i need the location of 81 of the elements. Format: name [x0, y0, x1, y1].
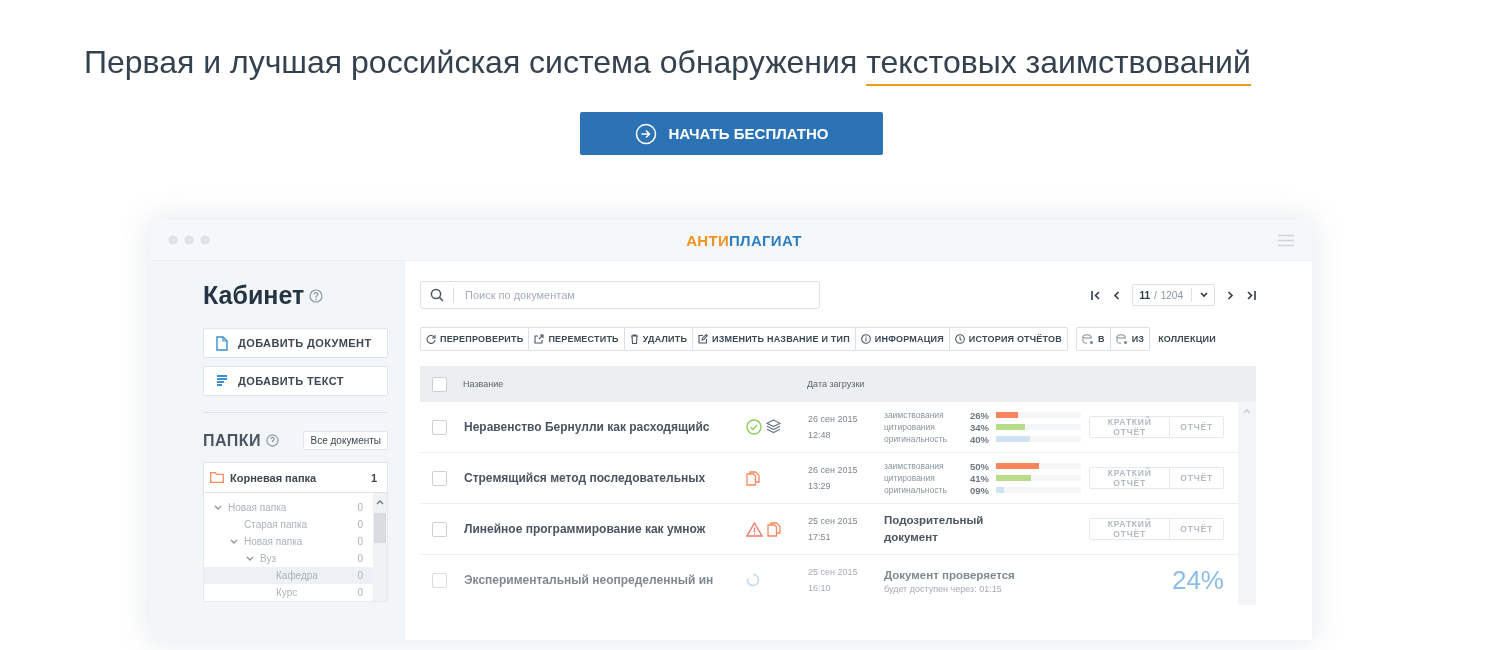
row-checkbox[interactable]	[432, 572, 447, 588]
collections-label: КОЛЛЕКЦИИ	[1158, 334, 1216, 344]
row-checkbox[interactable]	[432, 419, 447, 435]
scrollbar[interactable]	[1238, 402, 1256, 605]
first-page-icon[interactable]	[1091, 290, 1102, 300]
upload-date: 26 сен 2015 13:29	[808, 464, 859, 493]
document-icon	[216, 335, 228, 351]
upload-date: 25 сен 2015 16:10	[808, 566, 859, 595]
status-text: Подозрительный документ	[884, 513, 985, 545]
arrow-circle-icon	[634, 122, 657, 145]
refresh-icon	[426, 334, 436, 344]
metric-value: 09%	[970, 484, 990, 496]
search-field[interactable]: Поиск по документам	[420, 281, 820, 309]
start-free-button[interactable]: НАЧАТЬ БЕСПЛАТНО	[580, 112, 883, 155]
chevron-icon	[214, 504, 222, 511]
menu-icon[interactable]	[1278, 233, 1294, 247]
folder-icon	[210, 472, 224, 483]
window-dots-icon	[168, 235, 210, 245]
clock-icon	[954, 334, 965, 344]
chevron-icon	[246, 555, 254, 562]
page-selector[interactable]: 11 / 1204	[1132, 284, 1215, 306]
metric-value: 50%	[970, 460, 990, 472]
copy-icon	[746, 470, 760, 486]
upload-date: 26 сен 2015 12:48	[808, 413, 859, 442]
metric-label: цитирования	[884, 422, 936, 432]
layers-icon	[766, 419, 781, 434]
document-title[interactable]: Стремящийся метод последовательных	[464, 471, 746, 485]
scrollbar-thumb[interactable]	[374, 513, 386, 543]
folder-count: 1	[370, 471, 377, 484]
select-all-checkbox[interactable]	[432, 376, 447, 392]
metric-value: 34%	[970, 421, 990, 433]
all-documents-button[interactable]: Все документы	[303, 431, 388, 450]
check-circle-icon	[746, 419, 762, 435]
logo: АНТИПЛАГИАТ	[686, 231, 802, 249]
column-header: Дата загрузки	[807, 379, 865, 389]
next-page-icon[interactable]	[1227, 290, 1234, 300]
document-title[interactable]: Экспериментальный неопределенный ин	[464, 573, 746, 587]
metric-value: 26%	[970, 409, 990, 421]
upload-date: 25 сен 2015 17:51	[808, 515, 859, 544]
warning-icon	[746, 521, 763, 537]
row-checkbox[interactable]	[432, 521, 447, 537]
availability-note: будет доступен через: 01:15	[884, 583, 1003, 594]
toolbar-button[interactable]: ИСТОРИЯ ОТЧЁТОВ	[948, 328, 1067, 350]
metric-label: цитирования	[884, 473, 936, 483]
metric-label: оригинальность	[884, 434, 948, 444]
add-button[interactable]: ДОБАВИТЬ ДОКУМЕНТ	[203, 328, 388, 358]
search-icon	[430, 288, 444, 302]
edit-icon	[698, 334, 709, 344]
folder-name: Корневая папка	[230, 471, 317, 484]
status-text: Документ проверяется	[884, 567, 1016, 583]
previous-page-icon[interactable]	[1113, 290, 1121, 300]
document-title[interactable]: Линейное программирование как умнож	[464, 522, 746, 536]
database-icon	[1081, 333, 1094, 345]
spinner-icon	[746, 573, 760, 587]
metric-value: 41%	[970, 472, 990, 484]
copy-icon	[767, 521, 781, 537]
metric-label: заимствования	[884, 410, 945, 420]
scrollbar[interactable]	[373, 493, 387, 601]
collection-button[interactable]: ИЗ	[1109, 328, 1150, 350]
export-icon	[534, 334, 545, 344]
chevron-up-icon[interactable]	[376, 499, 384, 505]
document-title[interactable]: Неравенство Бернулли как расходящийс	[464, 420, 746, 434]
metric-label: оригинальность	[884, 485, 948, 495]
database-icon	[1115, 333, 1128, 345]
metric-label: заимствования	[884, 461, 945, 471]
info-icon	[860, 334, 871, 344]
text-icon	[216, 374, 228, 388]
add-button[interactable]: ДОБАВИТЬ ТЕКСТ	[203, 366, 388, 396]
folders-title: ПАПКИ	[203, 431, 262, 450]
root-folder[interactable]: Корневая папка 1	[203, 462, 388, 493]
chevron-down-icon	[1200, 292, 1208, 298]
page-title: Кабинет	[203, 281, 305, 310]
column-header: Название	[463, 379, 505, 389]
progress-percent: 24%	[1171, 564, 1224, 596]
metric-value: 40%	[970, 433, 990, 445]
help-icon[interactable]	[309, 288, 324, 303]
help-icon[interactable]	[266, 434, 280, 447]
row-checkbox[interactable]	[432, 470, 447, 486]
trash-icon	[629, 334, 639, 344]
chevron-icon	[230, 538, 238, 545]
last-page-icon[interactable]	[1246, 290, 1256, 300]
